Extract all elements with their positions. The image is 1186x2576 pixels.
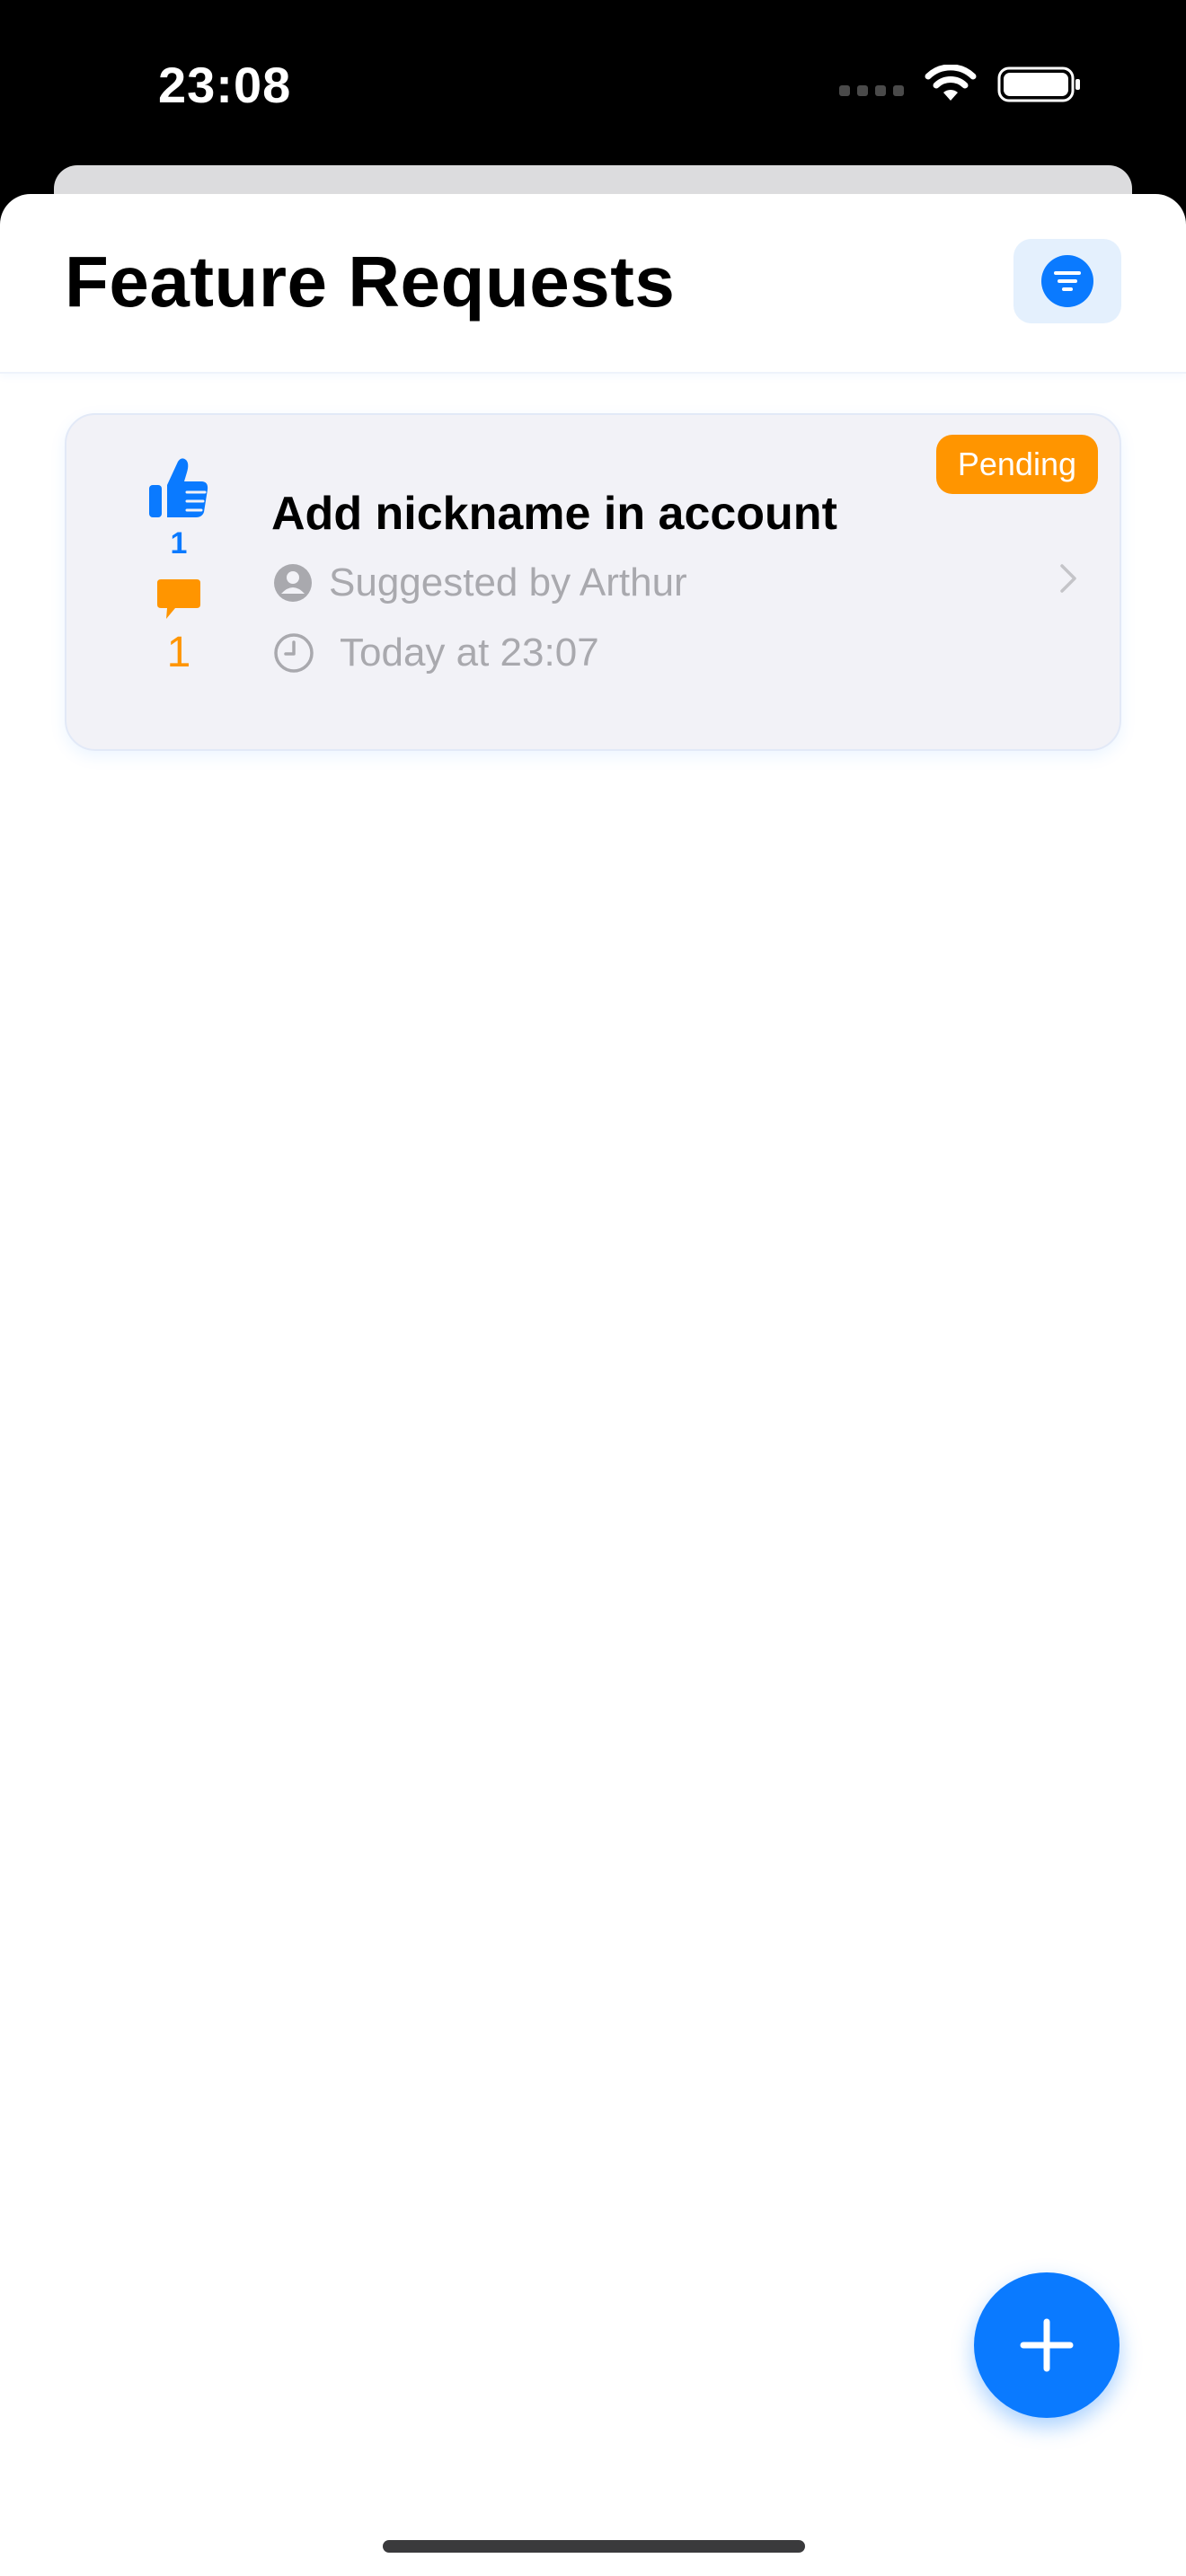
vote-column: 1 1: [129, 456, 228, 677]
nav-bar: Feature Requests: [0, 194, 1186, 374]
date-text: Today at 23:07: [340, 631, 599, 675]
status-badge: Pending: [935, 435, 1098, 494]
page-title: Feature Requests: [65, 242, 676, 322]
request-title: Add nickname in account: [271, 488, 837, 540]
thumbs-up-icon[interactable]: [147, 456, 210, 521]
feature-requests-sheet: Feature Requests 1 1 Add nickname in acc…: [0, 194, 1186, 2576]
status-time: 23:08: [158, 57, 292, 113]
comment-count: 1: [166, 629, 191, 676]
clock-icon: [274, 633, 314, 673]
status-icons: [839, 65, 1082, 104]
filter-button[interactable]: [1013, 239, 1121, 323]
home-indicator: [383, 2540, 805, 2553]
comment-icon: [157, 579, 200, 619]
wifi-icon: [925, 65, 977, 101]
battery-icon: [997, 66, 1080, 102]
cellular-dots-icon: [839, 85, 904, 96]
author-text: Suggested by Arthur: [329, 560, 687, 604]
vote-count: 1: [170, 526, 188, 560]
author-row: Suggested by Arthur: [273, 560, 687, 605]
filter-icon: [1041, 255, 1093, 307]
feature-request-card[interactable]: 1 1 Add nickname in account Suggested by…: [65, 413, 1121, 751]
person-icon: [274, 564, 312, 602]
chevron-right-icon: [1060, 564, 1076, 593]
date-row: Today at 23:07: [273, 631, 599, 675]
plus-icon: [1020, 2318, 1074, 2372]
status-bar: 23:08: [0, 0, 1186, 171]
add-request-button[interactable]: [974, 2272, 1120, 2418]
